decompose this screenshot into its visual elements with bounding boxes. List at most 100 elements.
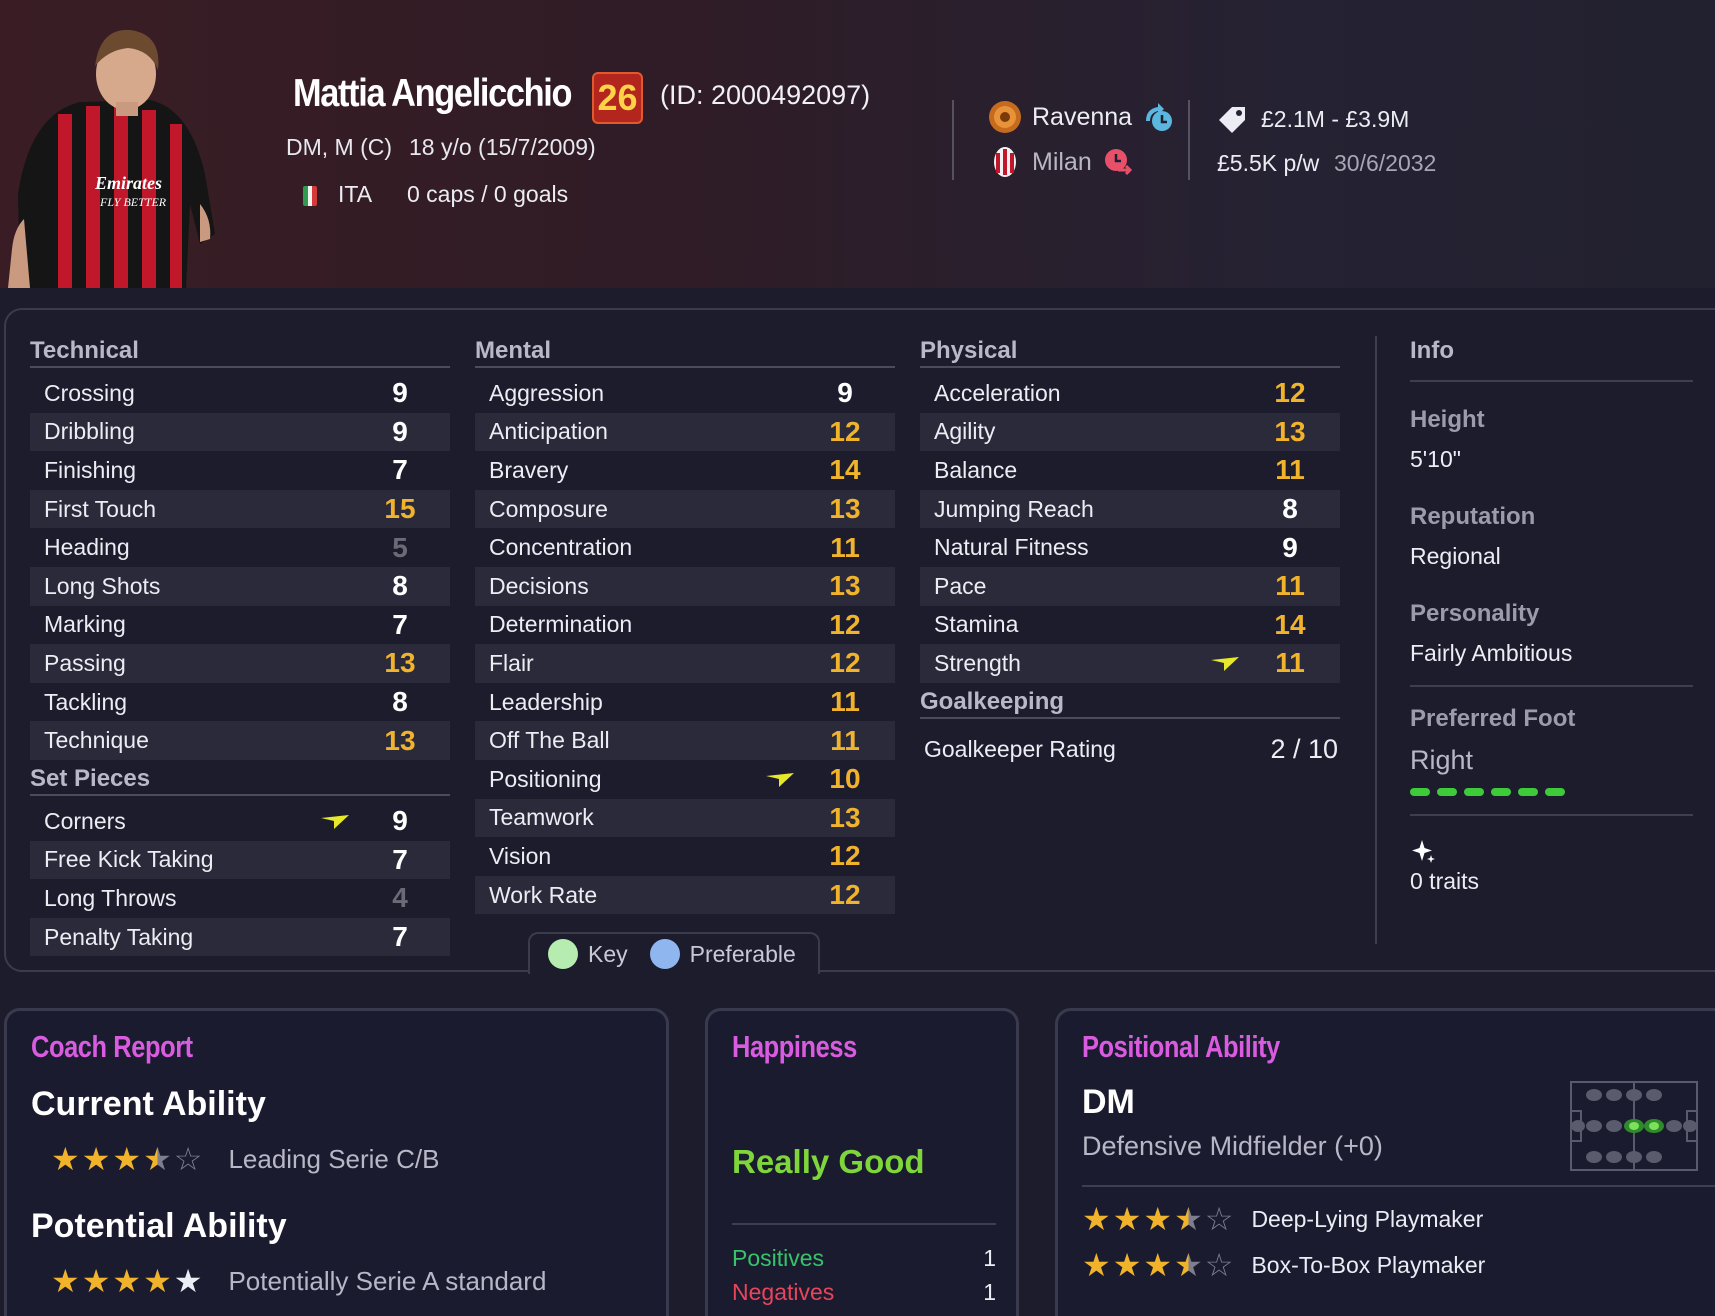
attr-row-determination[interactable]: Determination 12 — [475, 606, 895, 645]
attr-value: 14 — [829, 454, 861, 486]
attr-label: Leadership — [489, 688, 603, 715]
transfer-value: £2.1M - £3.9M — [1261, 106, 1410, 132]
attr-row-penalty-taking[interactable]: Penalty Taking 7 — [30, 917, 450, 957]
parent-club[interactable]: Milan — [988, 145, 1134, 179]
attr-row-vision[interactable]: Vision 12 — [475, 837, 895, 876]
negatives-label: Negatives — [732, 1279, 835, 1305]
attr-row-work-rate[interactable]: Work Rate 12 — [475, 875, 895, 915]
player-name: Mattia Angelicchio — [293, 72, 572, 115]
mental-list: Aggression 9 Anticipation 12 Bravery 14 Compos… — [475, 374, 895, 915]
attr-value: 11 — [830, 724, 860, 756]
attr-row-leadership[interactable]: Leadership 11 — [475, 683, 895, 722]
attr-row-long-shots[interactable]: Long Shots 8 — [30, 566, 450, 606]
attr-label: Marking — [44, 611, 126, 638]
attr-row-marking[interactable]: Marking 7 — [30, 606, 450, 645]
attr-row-pace[interactable]: Pace 11 — [920, 566, 1340, 606]
role-stars: ★ ★ ★ ★ ☆ — [1082, 1249, 1233, 1281]
position-description: Defensive Midfielder (+0) — [1082, 1131, 1383, 1161]
attr-row-first-touch[interactable]: First Touch 15 — [30, 489, 450, 529]
attr-row-agility[interactable]: Agility 13 — [920, 412, 1340, 452]
goalkeeper-rating-label: Goalkeeper Rating — [924, 736, 1116, 763]
goalkeeper-rating-row: Goalkeeper Rating 2 / 10 — [920, 725, 1340, 775]
legend-preferable: Preferable — [689, 940, 796, 967]
attr-row-corners[interactable]: Corners 9 — [30, 802, 450, 841]
attr-row-anticipation[interactable]: Anticipation 12 — [475, 412, 895, 452]
attr-value: 13 — [829, 493, 861, 525]
attr-label: Stamina — [934, 611, 1019, 638]
role-row-deep-lying-playmaker[interactable]: ★ ★ ★ ★ ☆ Deep-Lying Playmaker — [1082, 1203, 1485, 1235]
attr-row-technique[interactable]: Technique 13 — [30, 721, 450, 760]
attr-value: 7 — [392, 843, 408, 875]
traits-count[interactable]: 0 traits — [1410, 868, 1693, 895]
attr-row-concentration[interactable]: Concentration 11 — [475, 528, 895, 567]
potential-ability-label: Potential Ability — [31, 1207, 287, 1245]
attr-row-passing[interactable]: Passing 13 — [30, 644, 450, 683]
coach-report-card: Coach Report Current Ability ★ ★ ★ ★ ☆ Leadi… — [4, 1008, 669, 1316]
coach-report-title: Coach Report — [31, 1029, 193, 1064]
star-empty-icon: ☆ — [1204, 1247, 1234, 1283]
happiness-card[interactable]: Happiness Really Good Positives 1 Negati… — [705, 1008, 1019, 1316]
attr-row-jumping-reach[interactable]: Jumping Reach 8 — [920, 489, 1340, 529]
role-stars: ★ ★ ★ ★ ☆ — [1082, 1203, 1233, 1235]
star-full-icon: ★ — [51, 1263, 80, 1299]
attr-row-decisions[interactable]: Decisions 13 — [475, 566, 895, 606]
current-ability-label: Current Ability — [31, 1085, 266, 1123]
attr-label: Work Rate — [489, 881, 598, 908]
attr-row-balance[interactable]: Balance 11 — [920, 451, 1340, 490]
attr-row-free-kick-taking[interactable]: Free Kick Taking 7 — [30, 840, 450, 880]
attr-value: 12 — [829, 879, 861, 911]
attr-label: Agility — [934, 418, 996, 445]
attr-value: 9 — [392, 415, 408, 447]
attr-row-tackling[interactable]: Tackling 8 — [30, 683, 450, 722]
attr-row-dribbling[interactable]: Dribbling 9 — [30, 412, 450, 452]
attr-row-crossing[interactable]: Crossing 9 — [30, 374, 450, 413]
preferred-foot-label: Preferred Foot — [1410, 705, 1576, 732]
attr-row-finishing[interactable]: Finishing 7 — [30, 451, 450, 490]
attr-value: 11 — [1275, 647, 1305, 679]
role-row-box-to-box-playmaker[interactable]: ★ ★ ★ ★ ☆ Box-To-Box Playmaker — [1082, 1249, 1485, 1281]
physical-column: Physical Acceleration 12 Agility 13 Balance 1… — [920, 334, 1340, 775]
attr-row-off-the-ball[interactable]: Off The Ball 11 — [475, 721, 895, 760]
progress-arrow-icon — [1211, 657, 1239, 672]
attr-row-composure[interactable]: Composure 13 — [475, 489, 895, 529]
current-club[interactable]: Ravenna — [988, 100, 1174, 134]
attr-row-stamina[interactable]: Stamina 14 — [920, 606, 1340, 645]
star-empty-icon: ☆ — [173, 1141, 203, 1177]
attr-label: Flair — [489, 649, 534, 676]
attr-row-flair[interactable]: Flair 12 — [475, 644, 895, 683]
attr-row-heading[interactable]: Heading 5 — [30, 528, 450, 567]
attr-row-bravery[interactable]: Bravery 14 — [475, 451, 895, 490]
personality-label: Personality — [1410, 600, 1540, 627]
attr-label: Aggression — [489, 379, 605, 406]
physical-list: Acceleration 12 Agility 13 Balance 11 Jumping … — [920, 374, 1340, 683]
star-half-icon: ★ — [1174, 1201, 1203, 1237]
happiness-divider — [732, 1223, 996, 1225]
attr-row-positioning[interactable]: Positioning 10 — [475, 760, 895, 799]
attr-value: 13 — [384, 647, 416, 679]
current-ability-text: Leading Serie C/B — [228, 1143, 440, 1174]
attr-label: Acceleration — [934, 379, 1061, 406]
attr-row-natural-fitness[interactable]: Natural Fitness 9 — [920, 528, 1340, 567]
player-header: Emirates FLY BETTER Mattia Angelicchio 2… — [0, 0, 1715, 288]
attr-row-aggression[interactable]: Aggression 9 — [475, 374, 895, 413]
attr-row-teamwork[interactable]: Teamwork 13 — [475, 798, 895, 838]
pitch-diagram[interactable] — [1570, 1081, 1698, 1171]
attr-row-long-throws[interactable]: Long Throws 4 — [30, 879, 450, 918]
player-age: 18 y/o (15/7/2009) — [409, 134, 596, 160]
ravenna-badge-icon — [989, 101, 1021, 133]
attr-row-acceleration[interactable]: Acceleration 12 — [920, 374, 1340, 413]
nationality: ITA — [338, 181, 373, 207]
player-positions: DM, M (C) — [286, 134, 393, 160]
parent-club-name: Milan — [1032, 147, 1092, 176]
milan-badge-icon — [994, 147, 1016, 177]
current-club-name: Ravenna — [1032, 102, 1133, 131]
attr-value: 13 — [384, 724, 416, 756]
technical-column: Technical Crossing 9 Dribbling 9 Finishing 7 F… — [30, 334, 450, 957]
key-dot-icon — [548, 939, 578, 969]
potential-ability-stars: ★ ★ ★ ★ ★ — [51, 1265, 202, 1297]
attr-label: Decisions — [489, 572, 589, 599]
attr-row-strength[interactable]: Strength 11 — [920, 644, 1340, 683]
attr-value: 11 — [830, 531, 860, 563]
positives-count: 1 — [983, 1245, 996, 1271]
star-full-icon: ★ — [1112, 1201, 1142, 1237]
